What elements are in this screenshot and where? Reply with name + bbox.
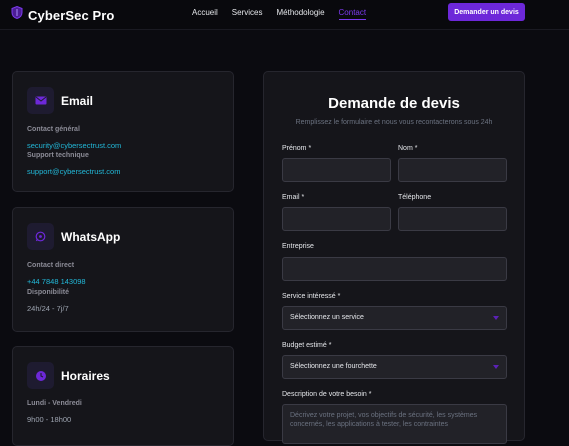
- last-name-label: Nom *: [398, 145, 418, 152]
- service-label: Service intéressé *: [282, 293, 341, 300]
- shield-icon: [11, 5, 23, 24]
- first-name-field[interactable]: [282, 158, 391, 182]
- description-textarea[interactable]: Décrivez votre projet, vos objectifs de …: [282, 404, 507, 444]
- top-navigation: CyberSec Pro Accueil Services Méthodolog…: [0, 0, 569, 30]
- brand[interactable]: CyberSec Pro: [11, 5, 115, 24]
- email-card: Email Contact général security@cybersect…: [12, 71, 234, 192]
- weekday-label: Lundi - Vendredi: [27, 400, 82, 407]
- clock-icon: [27, 362, 54, 389]
- whatsapp-card: WhatsApp Contact direct +44 7848 143098 …: [12, 207, 234, 332]
- availability-value: 24h/24 - 7j/7: [27, 304, 69, 313]
- company-field[interactable]: [282, 257, 507, 281]
- hours-card-title: Horaires: [61, 368, 110, 383]
- email-card-header: Email: [27, 87, 93, 114]
- whatsapp-phone-link[interactable]: +44 7848 143098: [27, 277, 86, 286]
- email-field[interactable]: [282, 207, 391, 231]
- form-subtitle: Remplissez le formulaire et nous vous re…: [295, 119, 493, 126]
- mail-icon: [27, 87, 54, 114]
- service-select-value: Sélectionnez un service: [290, 314, 364, 321]
- quote-form: Demande de devis Remplissez le formulair…: [263, 71, 525, 444]
- form-title: Demande de devis: [328, 95, 460, 112]
- weekday-hours-value: 9h00 - 18h00: [27, 415, 72, 424]
- phone-label: Téléphone: [398, 194, 432, 201]
- nav-link-services[interactable]: Services: [232, 8, 263, 20]
- availability-label: Disponibilité: [27, 289, 69, 296]
- budget-select-value: Sélectionnez une fourchette: [290, 363, 377, 370]
- direct-contact-label: Contact direct: [27, 262, 75, 269]
- service-select[interactable]: Sélectionnez un service: [282, 306, 507, 330]
- phone-field[interactable]: [398, 207, 507, 231]
- nav-link-methodologie[interactable]: Méthodologie: [276, 8, 324, 20]
- hours-card-header: Horaires: [27, 362, 110, 389]
- description-placeholder: Décrivez votre projet, vos objectifs de …: [290, 412, 478, 428]
- nav-links: Accueil Services Méthodologie Contact: [192, 8, 367, 20]
- hours-card: Horaires Lundi - Vendredi 9h00 - 18h00: [12, 346, 234, 446]
- brand-name: CyberSec Pro: [28, 7, 115, 23]
- company-label: Entreprise: [282, 243, 314, 250]
- tech-support-email-link[interactable]: support@cybersectrust.com: [27, 167, 120, 176]
- email-label: Email *: [282, 194, 305, 201]
- whatsapp-card-header: WhatsApp: [27, 223, 120, 250]
- description-label: Description de votre besoin *: [282, 391, 372, 398]
- general-contact-email-link[interactable]: security@cybersectrust.com: [27, 141, 121, 150]
- email-card-title: Email: [61, 93, 94, 108]
- budget-select[interactable]: Sélectionnez une fourchette: [282, 355, 507, 379]
- request-quote-button[interactable]: Demander un devis: [448, 3, 525, 21]
- chevron-down-icon: [493, 316, 499, 320]
- whatsapp-card-title: WhatsApp: [61, 229, 121, 244]
- whatsapp-icon: [27, 223, 54, 250]
- tech-support-label: Support technique: [27, 152, 89, 159]
- chevron-down-icon: [493, 365, 499, 369]
- general-contact-label: Contact général: [27, 126, 80, 133]
- nav-link-contact[interactable]: Contact: [338, 8, 367, 20]
- first-name-label: Prénom *: [282, 145, 312, 152]
- nav-link-accueil[interactable]: Accueil: [192, 8, 218, 20]
- last-name-field[interactable]: [398, 158, 507, 182]
- budget-label: Budget estimé *: [282, 342, 332, 349]
